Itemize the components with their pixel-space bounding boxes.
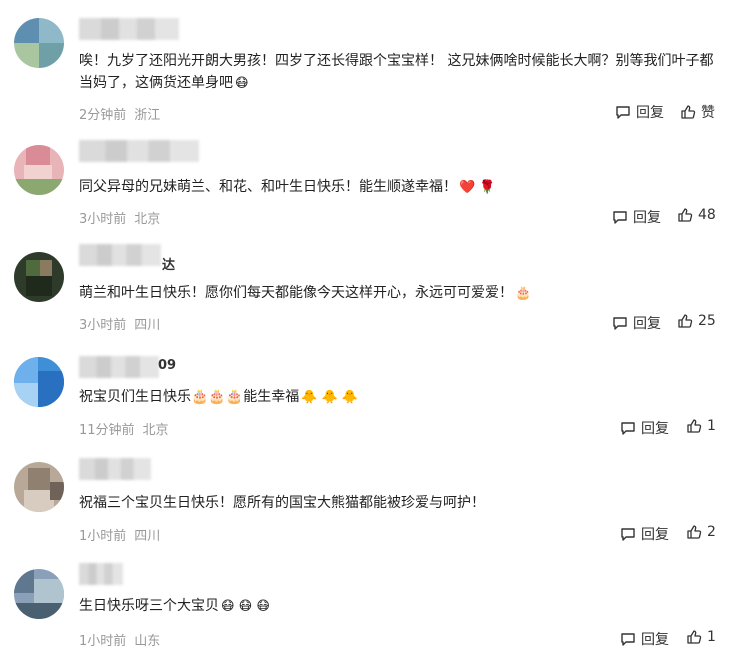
- reply-icon: [621, 422, 635, 435]
- comment-item: 达 萌兰和叶生日快乐！愿你们每天都能像今天这样开心，永远可可爱爱！ 🎂 3小时前四…: [0, 244, 731, 344]
- comment-item: 唉！九岁了还阳光开朗大男孩！四岁了还长得跟个宝宝样！ 这兄妹俩啥时候能长大啊？别…: [0, 18, 731, 123]
- like-button[interactable]: 2: [686, 524, 716, 540]
- comment-time: 3小时前: [79, 212, 127, 227]
- avatar[interactable]: [14, 569, 64, 619]
- username-blurred[interactable]: [79, 458, 151, 480]
- avatar[interactable]: [14, 18, 64, 68]
- reply-button[interactable]: 回复: [612, 313, 661, 333]
- comment-text: 祝福三个宝贝生日快乐！愿所有的国宝大熊猫都能被珍爱与呵护！: [79, 495, 485, 511]
- comment-meta: 3小时前 北京: [79, 208, 160, 227]
- comment-meta: 11分钟前 北京: [79, 419, 169, 438]
- comment-meta: 1小时前 四川: [79, 525, 160, 544]
- username-blurred[interactable]: [79, 563, 123, 585]
- username-blurred[interactable]: [79, 18, 179, 40]
- avatar[interactable]: [14, 357, 64, 407]
- comment-text: 祝宝贝们生日快乐🎂🎂🎂能生幸福 🐥 🐥 🐥: [79, 386, 724, 409]
- username-visible-suffix[interactable]: 达: [162, 254, 175, 273]
- emoji: 🎂: [515, 286, 532, 301]
- avatar[interactable]: [14, 252, 64, 302]
- comment-location: 浙江: [134, 108, 161, 123]
- reply-button[interactable]: 回复: [620, 418, 669, 438]
- comment-location: 山东: [134, 634, 161, 649]
- reply-button[interactable]: 回复: [612, 207, 661, 227]
- avatar[interactable]: [14, 462, 64, 512]
- comment-item: 祝福三个宝贝生日快乐！愿所有的国宝大熊猫都能被珍爱与呵护！ 1小时前 四川 回复 …: [0, 458, 731, 558]
- emoji: 🐥 🐥 🐥: [301, 390, 359, 405]
- emoji: 😷: [235, 76, 249, 91]
- emoji: ❤️ 🌹: [459, 180, 496, 195]
- like-button[interactable]: 1: [686, 629, 716, 645]
- comment-location: 四川: [134, 529, 161, 544]
- thumbs-up-icon: [678, 314, 693, 328]
- reply-button[interactable]: 回复: [620, 524, 669, 544]
- comment-item: 生日快乐呀三个大宝贝 😷 😷 😷 1小时前 山东 回复 1: [0, 563, 731, 663]
- avatar[interactable]: [14, 145, 64, 195]
- comment-time: 11分钟前: [79, 423, 135, 438]
- comment-time: 3小时前: [79, 318, 127, 333]
- reply-icon: [616, 106, 630, 119]
- like-button[interactable]: 1: [686, 418, 716, 434]
- reply-icon: [621, 528, 635, 541]
- comment-text: 同父异母的兄妹萌兰、和花、和叶生日快乐！能生顺遂幸福！ ❤️ 🌹: [79, 176, 724, 199]
- username-visible-suffix[interactable]: 09: [158, 358, 176, 373]
- reply-icon: [613, 211, 627, 224]
- thumbs-up-icon: [681, 105, 696, 119]
- thumbs-up-icon: [687, 630, 702, 644]
- comment-text: 萌兰和叶生日快乐！愿你们每天都能像今天这样开心，永远可可爱爱！ 🎂: [79, 282, 724, 305]
- thumbs-up-icon: [678, 208, 693, 222]
- comment-time: 2分钟前: [79, 108, 127, 123]
- comment-time: 1小时前: [79, 634, 127, 649]
- comment-item: 同父异母的兄妹萌兰、和花、和叶生日快乐！能生顺遂幸福！ ❤️ 🌹 3小时前 北京 回…: [0, 140, 731, 240]
- reply-icon: [621, 633, 635, 646]
- emoji: 😷 😷 😷: [221, 599, 270, 614]
- reply-icon: [613, 317, 627, 330]
- comment-time: 1小时前: [79, 529, 127, 544]
- reply-button[interactable]: 回复: [615, 102, 664, 122]
- thumbs-up-icon: [687, 419, 702, 433]
- comment-location: 北京: [134, 212, 161, 227]
- reply-button[interactable]: 回复: [620, 629, 669, 649]
- comment-text: 生日快乐呀三个大宝贝 😷 😷 😷: [79, 595, 724, 618]
- username-blurred[interactable]: [79, 244, 161, 266]
- like-button[interactable]: 赞: [680, 102, 715, 122]
- comment-text: 唉！九岁了还阳光开朗大男孩！四岁了还长得跟个宝宝样！ 这兄妹俩啥时候能长大啊？别…: [79, 50, 724, 95]
- like-button[interactable]: 48: [677, 207, 716, 223]
- comment-location: 北京: [142, 423, 169, 438]
- username-blurred[interactable]: [79, 140, 199, 162]
- like-button[interactable]: 25: [677, 313, 716, 329]
- thumbs-up-icon: [687, 525, 702, 539]
- comment-meta: 2分钟前 浙江: [79, 104, 160, 123]
- comment-meta: 3小时前 四川: [79, 314, 160, 333]
- comment-meta: 1小时前 山东: [79, 630, 160, 649]
- comment-item: 09 祝宝贝们生日快乐🎂🎂🎂能生幸福 🐥 🐥 🐥 11分钟前 北京 回复 1: [0, 352, 731, 452]
- comment-location: 四川: [134, 318, 161, 333]
- username-blurred[interactable]: [79, 356, 159, 378]
